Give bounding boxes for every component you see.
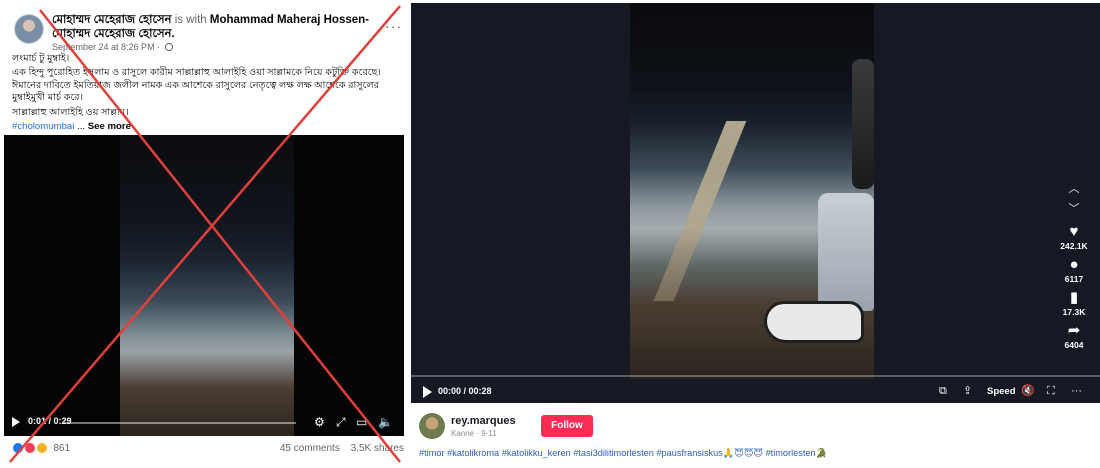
video-time: 00:00 / 00:28 [438,386,492,396]
follow-button[interactable]: Follow [541,415,593,437]
share-action[interactable]: ➦ 6404 [1056,322,1092,351]
bookmark-count: 17.3K [1062,307,1086,317]
fullscreen-icon[interactable]: ⛶ [1047,384,1055,398]
video-progress-bar[interactable] [64,422,296,424]
love-reaction-icon [23,442,36,454]
engagement-counts: 45 comments 3.5K shares [272,443,404,454]
username[interactable]: rey.marques [451,415,516,427]
mute-icon[interactable]: 🔇 [1021,384,1035,398]
bookmark-action[interactable]: ▮ 17.3K [1056,289,1092,318]
avatar[interactable] [14,14,44,44]
play-icon[interactable] [12,417,20,427]
with-text: is with [171,14,210,26]
author-subline: Kanne · 9-11 [451,429,497,438]
action-bar: ︿ ﹀ ♥ 242.1K ● 6117 ▮ 17.3K ➦ 6404 [1056,179,1092,351]
like-action[interactable]: ♥ 242.1K [1056,223,1092,252]
author-name[interactable]: মোহাম্মদ মেহেরাজ হোসেন [52,14,172,26]
hashtag-link[interactable]: #cholomumbai [12,121,74,132]
like-reaction-icon [12,442,24,454]
post-author-line: মোহাম্মদ মেহেরাজ হোসেন is with Mohammad … [52,13,382,41]
post-timestamp[interactable]: September 24 at 8:26 PM · [52,42,173,52]
video-time: 0:01 / 0:29 [28,416,72,426]
more-options-button[interactable]: ··· [385,18,402,34]
play-icon[interactable] [423,386,432,398]
care-reaction-icon [35,442,48,454]
video-frame [630,3,874,379]
post-hashtag-line: #cholomumbai ... See more [12,121,404,133]
video-progress-bar[interactable] [411,375,1100,377]
globe-icon [164,43,173,51]
post-footer: 861 45 comments 3.5K shares [12,440,404,458]
post-line: লংমার্চ টু মুম্বাই। [12,53,70,64]
video-controls: 0:01 / 0:29 ⚙ ⤢ ▭ 🔈 [4,410,404,436]
tiktok-post: ︿ ﹀ ♥ 242.1K ● 6117 ▮ 17.3K ➦ 6404 00:00… [411,0,1100,468]
shares-count[interactable]: 3.5K shares [351,443,404,454]
comment-action[interactable]: ● 6117 [1056,256,1092,285]
comments-count[interactable]: 45 comments [280,443,340,454]
comment-count: 6117 [1064,274,1084,284]
author-bar: rey.marques Kanne · 9-11 Follow [419,413,839,443]
float-icon[interactable]: ⇪ [963,384,972,398]
heart-icon: ♥ [1069,223,1079,240]
pip-icon[interactable]: ▭ [356,415,367,429]
bookmark-icon: ▮ [1069,289,1079,306]
like-count: 242.1K [1060,241,1088,251]
video-phone [852,59,874,189]
volume-icon[interactable]: 🔈 [378,415,393,429]
reaction-count: 861 [53,442,71,454]
post-line: সাল্লাল্লাহু আলাইহি ওয় সাল্লাম। [12,106,129,118]
caption-icon[interactable]: ⧉ [939,384,947,398]
ellipsis: ... [74,121,88,133]
post-line: এক হিন্দু পুরোহিত ইসলাম ও রাসুলে কারীম স… [12,67,381,104]
video-player[interactable]: 0:01 / 0:29 ⚙ ⤢ ▭ 🔈 [4,135,404,436]
avatar[interactable] [419,413,445,439]
more-icon[interactable]: ··· [1071,384,1082,398]
settings-icon[interactable]: ⚙ [314,415,325,429]
speed-button[interactable]: Speed [987,386,1016,397]
post-header: মোহাম্মদ মেহেরাজ হোসেন is with Mohammad … [10,8,402,52]
facebook-post: মোহাম্মদ মেহেরাজ হোসেন is with Mohammad … [0,0,408,468]
video-controls: 00:00 / 00:28 ⧉ ⇪ Speed 🔇 ⛶ ··· [411,375,1100,403]
comment-icon: ● [1069,256,1079,273]
chevron-up-icon[interactable]: ︿ [1056,179,1092,199]
timestamp-text: September 24 at 8:26 PM · [52,42,161,52]
video-caption[interactable]: #timor #katolikroma #katolikku_keren #ta… [419,448,1094,459]
expand-icon[interactable]: ⤢ [336,415,346,429]
chevron-down-icon[interactable]: ﹀ [1056,199,1092,219]
video-road [653,121,747,301]
see-more-button[interactable]: See more [88,121,131,132]
video-frame [120,135,294,436]
video-player[interactable]: ︿ ﹀ ♥ 242.1K ● 6117 ▮ 17.3K ➦ 6404 00:00… [411,3,1100,403]
video-leg [818,193,874,311]
share-icon: ➦ [1067,322,1081,339]
post-text: লংমার্চ টু মুম্বাই। এক হিন্দু পুরোহিত ইস… [12,53,404,135]
video-shoe [764,301,864,343]
reactions[interactable]: 861 [12,442,70,454]
share-count: 6404 [1064,340,1084,350]
